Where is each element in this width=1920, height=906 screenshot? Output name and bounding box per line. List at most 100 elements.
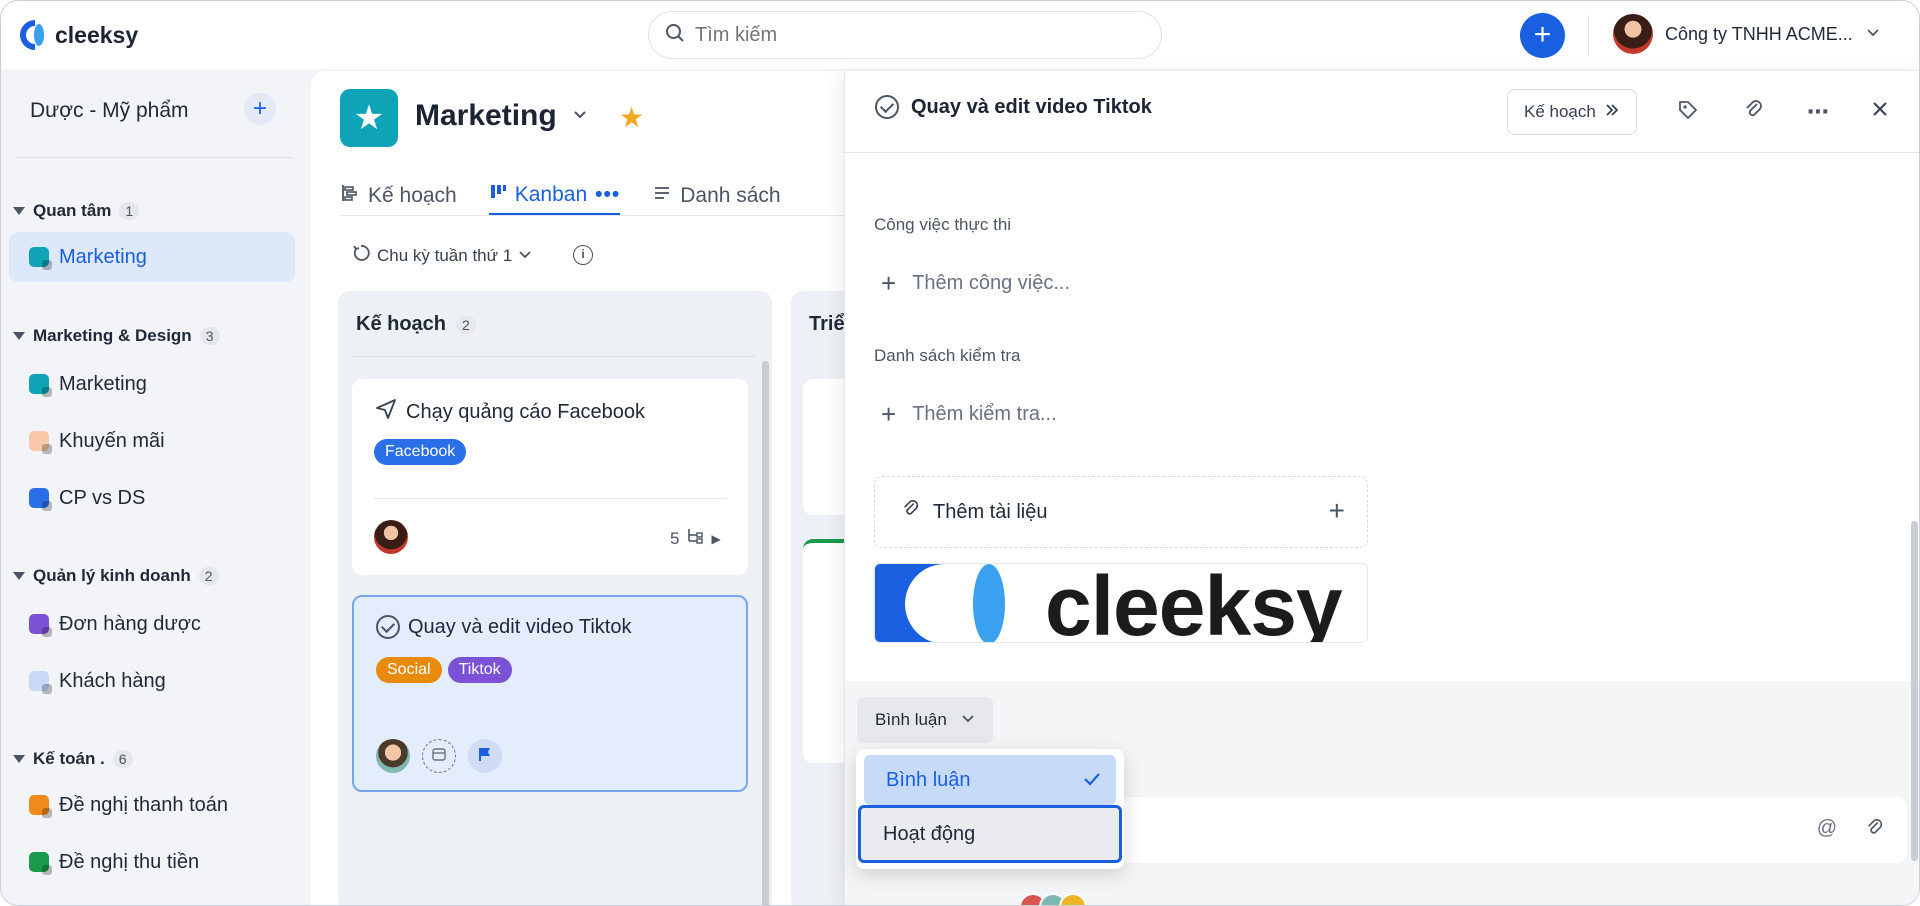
add-project-button[interactable]: + — [244, 93, 276, 125]
tag-facebook[interactable]: Facebook — [374, 439, 467, 465]
sidebar-item-khach-hang[interactable]: Khách hàng — [9, 656, 295, 706]
divider — [374, 498, 726, 499]
cleeksy-logo-mark-icon — [875, 564, 1005, 642]
panel-scrollbar[interactable] — [1911, 521, 1918, 861]
comment-input[interactable]: @ — [1121, 797, 1907, 863]
sidebar-item-don-hang-duoc[interactable]: Đơn hàng dược — [9, 599, 295, 649]
plus-icon: + — [881, 268, 897, 298]
user-avatar — [1613, 14, 1653, 54]
sidebar-item-marketing-favorite[interactable]: Marketing — [9, 232, 295, 282]
tab-danh-sach[interactable]: Danh sách — [652, 176, 781, 216]
view-tabs: Kế hoạch Kanban ••• Danh sách — [340, 176, 781, 216]
group-marketing-design[interactable]: Marketing & Design 3 — [13, 326, 220, 346]
sidebar-item-label: Marketing — [59, 245, 147, 268]
sidebar-item-label: Khách hàng — [59, 669, 166, 692]
status-button[interactable]: Kế hoạch — [1507, 89, 1637, 135]
group-label: Marketing & Design — [33, 326, 192, 345]
group-quan-tam[interactable]: Quan tâm 1 — [13, 201, 140, 221]
project-icon — [29, 247, 52, 270]
tag-social[interactable]: Social — [376, 657, 442, 683]
group-label: Quản lý kinh doanh — [33, 566, 191, 585]
search-bar[interactable] — [648, 11, 1162, 59]
panel-title-text[interactable]: Quay và edit video Tiktok — [911, 96, 1152, 119]
checkmark-icon — [1082, 769, 1102, 795]
sidebar-item-khuyen-mai[interactable]: Khuyến mãi — [9, 416, 295, 466]
info-icon[interactable]: i — [573, 245, 593, 265]
sidebar-item-de-nghi-thu-tien[interactable]: Đề nghị thu tiền — [9, 837, 295, 887]
group-count: 1 — [119, 202, 140, 220]
add-attachment-icon[interactable]: + — [1329, 495, 1345, 527]
tag-tiktok[interactable]: Tiktok — [447, 657, 512, 683]
tag-icon[interactable] — [1677, 99, 1699, 127]
check-circle-icon[interactable] — [875, 95, 899, 119]
chevron-down-icon[interactable] — [571, 103, 589, 129]
check-circle-icon[interactable] — [376, 615, 400, 639]
column-scrollbar[interactable] — [762, 361, 769, 905]
mention-icon[interactable]: @ — [1817, 817, 1837, 840]
attached-image[interactable]: cleeksy — [874, 563, 1368, 643]
search-input[interactable] — [695, 23, 1095, 47]
paperclip-icon[interactable] — [1865, 817, 1885, 844]
sidebar-item-label: Đơn hàng dược — [59, 612, 201, 635]
sidebar-item-cp-vs-ds[interactable]: CP vs DS — [9, 473, 295, 523]
kanban-icon — [489, 183, 507, 207]
tasks-section-label: Công việc thực thi — [874, 215, 1012, 234]
attachment-label: Thêm tài liệu — [901, 499, 1048, 525]
column-header: Triể — [809, 313, 845, 336]
sidebar-item-de-nghi-thanh-toan[interactable]: Đề nghị thanh toán — [9, 780, 295, 830]
company-name: Công ty TNHH ACME... — [1665, 23, 1853, 44]
tab-label: Kanban — [514, 182, 588, 206]
project-icon — [29, 614, 52, 637]
chevron-down-icon — [518, 246, 532, 266]
global-add-button[interactable]: + — [1520, 13, 1565, 58]
banner-wordmark: cleeksy — [1045, 563, 1343, 643]
status-label: Kế hoạch — [1524, 102, 1596, 121]
task-card[interactable]: Chạy quảng cáo Facebook Facebook 5 ▶ — [352, 379, 748, 575]
card-title-text: Quay và edit video Tiktok — [408, 615, 632, 638]
assignee-avatar[interactable] — [376, 739, 410, 773]
app-logo[interactable]: cleeksy — [15, 18, 138, 52]
sidebar-item-label: Khuyến mãi — [59, 429, 165, 452]
assignee-avatar[interactable] — [374, 520, 408, 554]
comment-filter-dropdown[interactable]: Bình luận — [857, 697, 993, 743]
star-icon: ★ — [340, 89, 398, 147]
sidebar-item-label: Marketing — [59, 372, 147, 395]
close-icon[interactable] — [1870, 99, 1890, 125]
attachment-dropzone[interactable]: Thêm tài liệu + — [874, 476, 1368, 548]
group-count: 6 — [112, 750, 133, 768]
menu-item-label: Hoạt động — [883, 822, 976, 845]
tab-ke-hoach[interactable]: Kế hoạch — [340, 176, 457, 216]
sidebar: Dược - Mỹ phẩm + Quan tâm 1 Marketing Ma… — [1, 69, 301, 905]
project-icon — [29, 852, 52, 875]
subtask-count[interactable]: 5 ▶ — [670, 527, 721, 550]
more-icon[interactable]: ••• — [595, 183, 620, 207]
task-card-selected[interactable]: Quay và edit video Tiktok Social Tiktok — [352, 595, 748, 792]
sidebar-item-marketing[interactable]: Marketing — [9, 359, 295, 409]
cycle-label: Chu kỳ tuần thứ 1 — [377, 245, 513, 265]
column-title: Kế hoạch — [356, 313, 447, 335]
due-date-button[interactable] — [422, 739, 456, 773]
cycle-selector[interactable]: Chu kỳ tuần thứ 1 — [351, 243, 532, 268]
group-ke-toan[interactable]: Kế toán . 6 — [13, 749, 133, 769]
menu-item-binh-luan[interactable]: Bình luận — [864, 755, 1116, 805]
caret-down-icon — [13, 207, 25, 215]
column-count: 2 — [456, 315, 476, 334]
card-title: Quay và edit video Tiktok — [376, 615, 631, 639]
project-icon — [29, 488, 52, 511]
workspace-title[interactable]: Dược - Mỹ phẩm — [30, 99, 189, 123]
account-switcher[interactable]: Công ty TNHH ACME... — [1613, 14, 1881, 54]
paperclip-icon[interactable] — [1743, 99, 1765, 127]
project-icon — [29, 795, 52, 818]
more-options-icon[interactable]: ⋯ — [1807, 99, 1830, 125]
subtask-count-text: 5 — [670, 528, 680, 548]
add-checklist-button[interactable]: + Thêm kiểm tra... — [881, 399, 1057, 430]
group-quan-ly-kinh-doanh[interactable]: Quản lý kinh doanh 2 — [13, 566, 219, 586]
priority-button[interactable] — [468, 739, 502, 773]
menu-item-hoat-dong[interactable]: Hoạt động — [858, 805, 1122, 863]
favorite-star-icon[interactable]: ★ — [619, 101, 644, 134]
logo-mark-icon — [15, 18, 49, 52]
tab-kanban[interactable]: Kanban ••• — [488, 176, 621, 216]
flag-icon — [477, 746, 493, 767]
add-task-button[interactable]: + Thêm công việc... — [881, 268, 1070, 299]
send-icon — [374, 397, 398, 427]
